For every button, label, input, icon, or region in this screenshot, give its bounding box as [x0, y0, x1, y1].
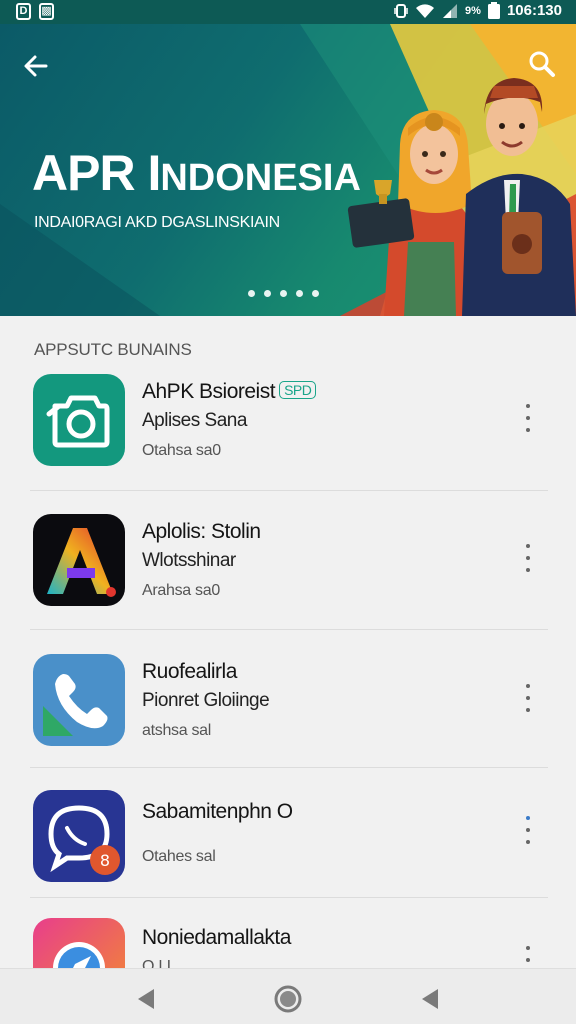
app-name: AhPK Bsioreist SPD	[142, 380, 317, 404]
carousel-dot[interactable]	[296, 290, 303, 297]
app-name: Aplolis: Stolin	[142, 520, 261, 543]
more-options-button[interactable]	[516, 678, 540, 718]
banner-subtitle: INDAI0RAGI AKD DGASLINSKIAIN	[34, 214, 280, 231]
section-title: APPSUTC BUNAINS	[34, 340, 192, 359]
list-divider	[30, 767, 548, 768]
carousel-dot[interactable]	[248, 290, 255, 297]
list-divider	[30, 897, 548, 898]
app-icon-chat[interactable]: 8	[33, 790, 125, 882]
banner-illustration	[347, 78, 576, 316]
clock: 106:130	[506, 2, 562, 19]
chat-bubble-icon: 8	[48, 805, 120, 875]
app-meta: Otahes sal	[142, 848, 216, 865]
list-item[interactable]: Noniedamallakta O.I.I	[0, 918, 576, 968]
status-indicators: 9% 106:130	[394, 2, 562, 19]
app-developer: Aplises Sana	[142, 410, 247, 431]
app-developer: Pionret Gloiinge	[142, 690, 270, 711]
app-icon-camera[interactable]	[33, 374, 125, 466]
list-item[interactable]: Ruofealirla Pionret Gloiinge atshsa sal	[0, 648, 576, 768]
svg-text:8: 8	[100, 851, 110, 870]
carousel-indicator[interactable]	[248, 290, 319, 297]
app-name: Sabamitenphn O	[142, 800, 293, 823]
wifi-icon	[416, 3, 435, 18]
battery-icon	[487, 2, 500, 19]
app-name: Noniedamallakta	[142, 926, 291, 949]
letter-a-icon	[47, 528, 116, 597]
app-icon-phone[interactable]	[33, 654, 125, 746]
app-name-text: AhPK Bsioreist	[142, 380, 276, 403]
app-developer: Wlotsshinar	[142, 550, 236, 571]
list-item[interactable]: AhPK Bsioreist SPD Aplises Sana Otahsa sa…	[0, 368, 576, 488]
app-tag-badge: SPD	[279, 381, 317, 399]
vibrate-icon	[394, 3, 408, 18]
notification-image-icon: ▩	[39, 3, 54, 20]
nav-home-button[interactable]	[272, 983, 304, 1015]
status-bar: D ▩ 9% 106:130	[0, 0, 576, 24]
app-icon-letter-a[interactable]	[33, 514, 125, 606]
nav-recent-button[interactable]	[414, 983, 446, 1015]
banner-title-rest: NDONESIA	[160, 157, 361, 199]
notification-icons: D ▩	[16, 3, 54, 20]
system-navigation-bar	[0, 968, 576, 1024]
app-meta: atshsa sal	[142, 722, 212, 739]
hero-banner[interactable]: APR INDONESIA INDAI0RAGI AKD DGASLINSKIA…	[0, 24, 576, 316]
carousel-dot[interactable]	[312, 290, 319, 297]
signal-icon	[443, 3, 458, 18]
banner-title-main: APR I	[32, 145, 161, 201]
notification-d-icon: D	[16, 3, 31, 20]
more-options-button[interactable]	[516, 810, 540, 850]
nav-back-button[interactable]	[130, 983, 162, 1015]
carousel-dot[interactable]	[264, 290, 271, 297]
phone-icon	[43, 674, 108, 736]
app-meta: Otahsa sa0	[142, 442, 221, 459]
carousel-dot[interactable]	[280, 290, 287, 297]
back-button[interactable]	[18, 48, 54, 84]
more-options-button[interactable]	[516, 538, 540, 578]
more-options-button[interactable]	[516, 940, 540, 968]
app-meta: Arahsa sa0	[142, 582, 220, 599]
list-divider	[30, 490, 548, 491]
list-item[interactable]: 8 Sabamitenphn O Otahes sal	[0, 786, 576, 906]
camera-icon	[46, 395, 110, 448]
battery-text: 9%	[465, 4, 481, 17]
app-meta: O.I.I	[142, 958, 171, 968]
more-options-button[interactable]	[516, 398, 540, 438]
list-divider	[30, 629, 548, 630]
list-item[interactable]: Aplolis: Stolin Wlotsshinar Arahsa sa0	[0, 508, 576, 628]
app-icon-compass[interactable]	[33, 918, 125, 968]
compass-icon	[53, 942, 105, 968]
banner-title: APR INDONESIA	[32, 144, 361, 202]
app-name: Ruofealirla	[142, 660, 237, 683]
